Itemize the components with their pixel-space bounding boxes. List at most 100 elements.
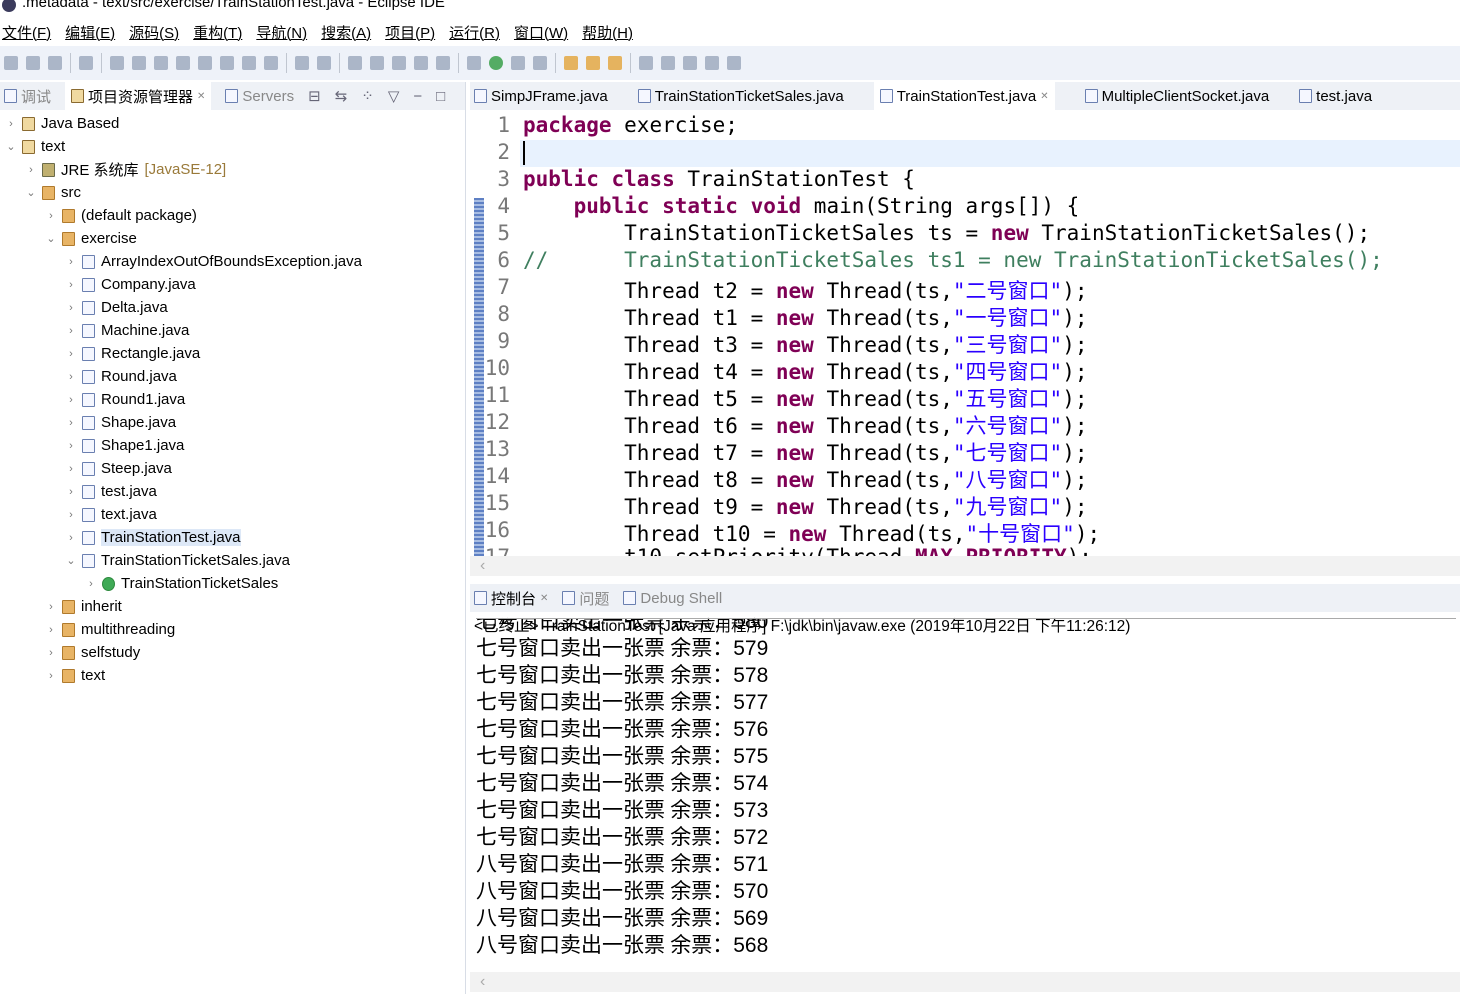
step-return-icon[interactable] bbox=[264, 56, 278, 70]
disconnect-icon[interactable] bbox=[198, 56, 212, 70]
minimize-icon[interactable]: − bbox=[413, 88, 422, 105]
new-package-icon[interactable] bbox=[586, 56, 600, 70]
menu-item[interactable]: 帮助(H) bbox=[582, 22, 633, 43]
left-tab-0[interactable]: 调试 bbox=[4, 86, 51, 107]
tree-item[interactable]: › multithreading bbox=[46, 618, 175, 641]
tree-item[interactable]: › (default package) bbox=[46, 204, 197, 227]
left-tab-2[interactable]: Servers bbox=[225, 88, 294, 105]
chevron-right-icon[interactable]: › bbox=[66, 371, 76, 383]
chevron-right-icon[interactable]: › bbox=[46, 647, 56, 659]
view-menu-icon[interactable]: ▽ bbox=[388, 87, 400, 105]
close-icon[interactable]: ✕ bbox=[1040, 91, 1048, 102]
terminate-icon[interactable] bbox=[176, 56, 190, 70]
editor-tab[interactable]: test.java bbox=[1299, 88, 1372, 105]
tree-item[interactable]: › test.java bbox=[66, 480, 157, 503]
filter-icon[interactable]: ⁘ bbox=[361, 87, 374, 105]
last-edit-icon[interactable] bbox=[683, 56, 697, 70]
back-icon[interactable] bbox=[705, 56, 719, 70]
editor-horizontal-scrollbar[interactable]: ‹ bbox=[470, 556, 1460, 576]
tree-item[interactable]: › Java Based bbox=[6, 112, 119, 135]
tree-item[interactable]: › inherit bbox=[46, 595, 122, 618]
menu-item[interactable]: 编辑(E) bbox=[65, 22, 115, 43]
chevron-right-icon[interactable]: › bbox=[66, 486, 76, 498]
block-selection-icon[interactable] bbox=[414, 56, 428, 70]
chevron-down-icon[interactable]: ⌄ bbox=[6, 140, 16, 153]
run-icon[interactable] bbox=[489, 56, 503, 70]
forward-icon[interactable] bbox=[727, 56, 741, 70]
maximize-icon[interactable]: □ bbox=[436, 88, 445, 105]
suspend-icon[interactable] bbox=[154, 56, 168, 70]
close-icon[interactable]: ✕ bbox=[197, 91, 205, 102]
tree-item[interactable]: › Round.java bbox=[66, 365, 177, 388]
left-tab-1[interactable]: 项目资源管理器 ✕ bbox=[65, 82, 212, 110]
prev-annotation-icon[interactable] bbox=[661, 56, 675, 70]
console-tab[interactable]: Debug Shell bbox=[623, 590, 722, 607]
external-tools-icon[interactable] bbox=[533, 56, 547, 70]
tree-item[interactable]: › Shape1.java bbox=[66, 434, 184, 457]
tree-item[interactable]: ⌄ exercise bbox=[46, 227, 136, 250]
chevron-right-icon[interactable]: › bbox=[66, 394, 76, 406]
skip-breakpoints-icon[interactable] bbox=[110, 56, 124, 70]
coverage-icon[interactable] bbox=[511, 56, 525, 70]
step-into-icon[interactable] bbox=[220, 56, 234, 70]
tree-item[interactable]: ⌄ TrainStationTicketSales.java bbox=[66, 549, 290, 572]
tree-item[interactable]: › text bbox=[46, 664, 105, 687]
mark-occurrences-icon[interactable] bbox=[370, 56, 384, 70]
tree-item[interactable]: › TrainStationTicketSales bbox=[86, 572, 278, 595]
chevron-right-icon[interactable]: › bbox=[66, 509, 76, 521]
chevron-down-icon[interactable]: ⌄ bbox=[26, 186, 36, 199]
chevron-right-icon[interactable]: › bbox=[46, 624, 56, 636]
tree-item[interactable]: › ArrayIndexOutOfBoundsException.java bbox=[66, 250, 362, 273]
chevron-right-icon[interactable]: › bbox=[46, 670, 56, 682]
new-java-project-icon[interactable] bbox=[564, 56, 578, 70]
tree-item[interactable]: › Shape.java bbox=[66, 411, 176, 434]
drop-frame-icon[interactable] bbox=[295, 56, 309, 70]
console-output[interactable]: 七号窗口卖出一张票 余票：580 七号窗口卖出一张票 余票：579 七号窗口卖出一张… bbox=[476, 618, 1456, 972]
chevron-right-icon[interactable]: › bbox=[46, 210, 56, 222]
open-type-icon[interactable] bbox=[348, 56, 362, 70]
tree-item[interactable]: ⌄ text bbox=[6, 135, 65, 158]
chevron-right-icon[interactable]: › bbox=[6, 118, 16, 130]
resume-icon[interactable] bbox=[132, 56, 146, 70]
code-area[interactable]: 1 package exercise; 2 3 public class TrainSt… bbox=[470, 112, 1460, 556]
editor-tab[interactable]: TrainStationTest.java ✕ bbox=[873, 82, 1055, 110]
save-all-icon[interactable] bbox=[48, 56, 62, 70]
console-tab[interactable]: 问题 bbox=[562, 588, 609, 609]
chevron-right-icon[interactable]: › bbox=[66, 279, 76, 291]
step-over-icon[interactable] bbox=[242, 56, 256, 70]
save-icon[interactable] bbox=[26, 56, 40, 70]
tree-item[interactable]: › Round1.java bbox=[66, 388, 185, 411]
tree-item[interactable]: › Rectangle.java bbox=[66, 342, 200, 365]
console-tab[interactable]: 控制台 ✕ bbox=[474, 588, 548, 609]
chevron-right-icon[interactable]: › bbox=[66, 348, 76, 360]
menu-item[interactable]: 文件(F) bbox=[2, 22, 51, 43]
tree-item[interactable]: › Machine.java bbox=[66, 319, 189, 342]
tree-item[interactable]: › text.java bbox=[66, 503, 157, 526]
chevron-right-icon[interactable]: › bbox=[66, 256, 76, 268]
tree-item[interactable]: › Steep.java bbox=[66, 457, 172, 480]
link-editor-icon[interactable]: ⇆ bbox=[335, 87, 348, 105]
chevron-right-icon[interactable]: › bbox=[26, 164, 36, 176]
close-icon[interactable]: ✕ bbox=[540, 593, 548, 604]
menu-item[interactable]: 导航(N) bbox=[256, 22, 307, 43]
editor-tab[interactable]: SimpJFrame.java bbox=[474, 88, 608, 105]
use-step-filters-icon[interactable] bbox=[317, 56, 331, 70]
terminal-icon[interactable] bbox=[79, 56, 93, 70]
menu-item[interactable]: 运行(R) bbox=[449, 22, 500, 43]
chevron-right-icon[interactable]: › bbox=[66, 325, 76, 337]
menu-item[interactable]: 重构(T) bbox=[193, 22, 242, 43]
chevron-down-icon[interactable]: ⌄ bbox=[46, 232, 56, 245]
chevron-right-icon[interactable]: › bbox=[66, 440, 76, 452]
chevron-right-icon[interactable]: › bbox=[66, 532, 76, 544]
whitespace-icon[interactable] bbox=[436, 56, 450, 70]
chevron-right-icon[interactable]: › bbox=[66, 302, 76, 314]
menu-item[interactable]: 窗口(W) bbox=[514, 22, 568, 43]
collapse-all-icon[interactable]: ⊟ bbox=[308, 87, 321, 105]
editor-tab[interactable]: TrainStationTicketSales.java bbox=[637, 88, 844, 105]
chevron-right-icon[interactable]: › bbox=[86, 578, 96, 590]
tree-item[interactable]: › selfstudy bbox=[46, 641, 140, 664]
tree-item[interactable]: ⌄ src bbox=[26, 181, 81, 204]
console-horizontal-scrollbar[interactable]: ‹ bbox=[470, 972, 1460, 992]
new-icon[interactable] bbox=[4, 56, 18, 70]
chevron-right-icon[interactable]: › bbox=[46, 601, 56, 613]
